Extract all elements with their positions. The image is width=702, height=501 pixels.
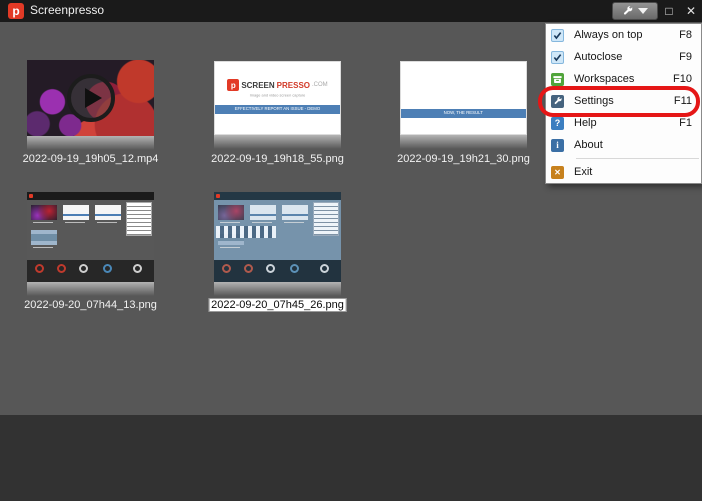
checkbox-checked-icon bbox=[551, 51, 564, 64]
wrench-icon bbox=[551, 95, 564, 108]
menu-separator bbox=[576, 158, 699, 159]
slide-banner: NOW, THE RESULT bbox=[401, 109, 526, 118]
exit-icon bbox=[551, 166, 564, 179]
info-icon bbox=[551, 139, 564, 152]
chevron-down-icon bbox=[638, 8, 648, 14]
thumbnail-image-item[interactable]: NOW, THE RESULT 2022-09-19_19h21_30.png bbox=[400, 61, 527, 135]
play-icon bbox=[67, 74, 115, 122]
checkbox-checked-icon bbox=[551, 29, 564, 42]
settings-dropdown-menu: Always on top F8 Autoclose F9 Workspaces… bbox=[545, 23, 702, 184]
thumbnail-reflection bbox=[214, 135, 341, 149]
menu-item-about[interactable]: About bbox=[546, 134, 701, 156]
thumbnail-image-item[interactable]: 2022-09-20_07h44_13.png bbox=[27, 192, 154, 282]
thumbnail-video-item[interactable]: 2022-09-19_19h05_12.mp4 bbox=[27, 60, 154, 136]
maximize-button[interactable]: □ bbox=[659, 0, 679, 22]
thumbnail-reflection bbox=[27, 136, 154, 150]
thumbnail-image-item[interactable]: p SCREENPRESSO .COM Image and video scre… bbox=[214, 61, 341, 135]
menu-item-always-on-top[interactable]: Always on top F8 bbox=[546, 24, 701, 46]
thumbnail-reflection bbox=[400, 135, 527, 149]
thumbnail-filename: 2022-09-19_19h18_55.png bbox=[211, 153, 344, 165]
video-thumbnail-preview bbox=[27, 60, 154, 136]
slide-thumbnail-preview: NOW, THE RESULT bbox=[400, 61, 527, 135]
screenpresso-window: p Screenpresso □ ✕ 2022-09-19_19h05_12.m… bbox=[0, 0, 702, 501]
menu-item-settings[interactable]: Settings F11 bbox=[546, 90, 701, 112]
settings-menu-button[interactable] bbox=[612, 2, 658, 20]
help-icon bbox=[551, 117, 564, 130]
thumbnail-filename-selected: 2022-09-20_07h45_26.png bbox=[208, 299, 347, 311]
mini-window-preview bbox=[27, 192, 154, 282]
menu-item-autoclose[interactable]: Autoclose F9 bbox=[546, 46, 701, 68]
thumbnail-filename: 2022-09-20_07h44_13.png bbox=[24, 299, 157, 311]
slide-logo-text-red: PRESSO bbox=[277, 81, 310, 90]
screenpresso-logo-icon: p bbox=[8, 3, 24, 19]
menu-item-exit[interactable]: Exit bbox=[546, 161, 701, 183]
action-toolbar: Screenshot region Record video Edit... bbox=[0, 415, 702, 501]
close-window-button[interactable]: ✕ bbox=[681, 0, 701, 22]
mini-window-preview bbox=[214, 192, 341, 282]
thumbnail-filename: 2022-09-19_19h05_12.mp4 bbox=[23, 153, 159, 165]
slide-logo-text: SCREEN bbox=[241, 81, 274, 90]
wrench-icon bbox=[622, 5, 634, 17]
screenpresso-mini-logo-icon: p bbox=[227, 79, 239, 91]
thumbnail-image-item-selected[interactable]: 2022-09-20_07h45_26.png bbox=[214, 192, 341, 282]
thumbnail-reflection bbox=[27, 282, 154, 296]
thumbnail-filename: 2022-09-19_19h21_30.png bbox=[397, 153, 530, 165]
slide-thumbnail-preview: p SCREENPRESSO .COM Image and video scre… bbox=[214, 61, 341, 135]
slide-banner: EFFECTIVELY REPORT AN ISSUE - DEMO bbox=[215, 105, 340, 114]
window-title: Screenpresso bbox=[30, 3, 104, 17]
thumbnail-reflection bbox=[214, 282, 341, 296]
slide-logo-tld: .COM bbox=[312, 82, 328, 88]
menu-item-help[interactable]: Help F1 bbox=[546, 112, 701, 134]
workspaces-icon bbox=[551, 73, 564, 86]
slide-tagline: Image and video screen capture bbox=[237, 94, 318, 98]
title-bar: p Screenpresso □ ✕ bbox=[0, 0, 702, 22]
menu-item-workspaces[interactable]: Workspaces F10 bbox=[546, 68, 701, 90]
